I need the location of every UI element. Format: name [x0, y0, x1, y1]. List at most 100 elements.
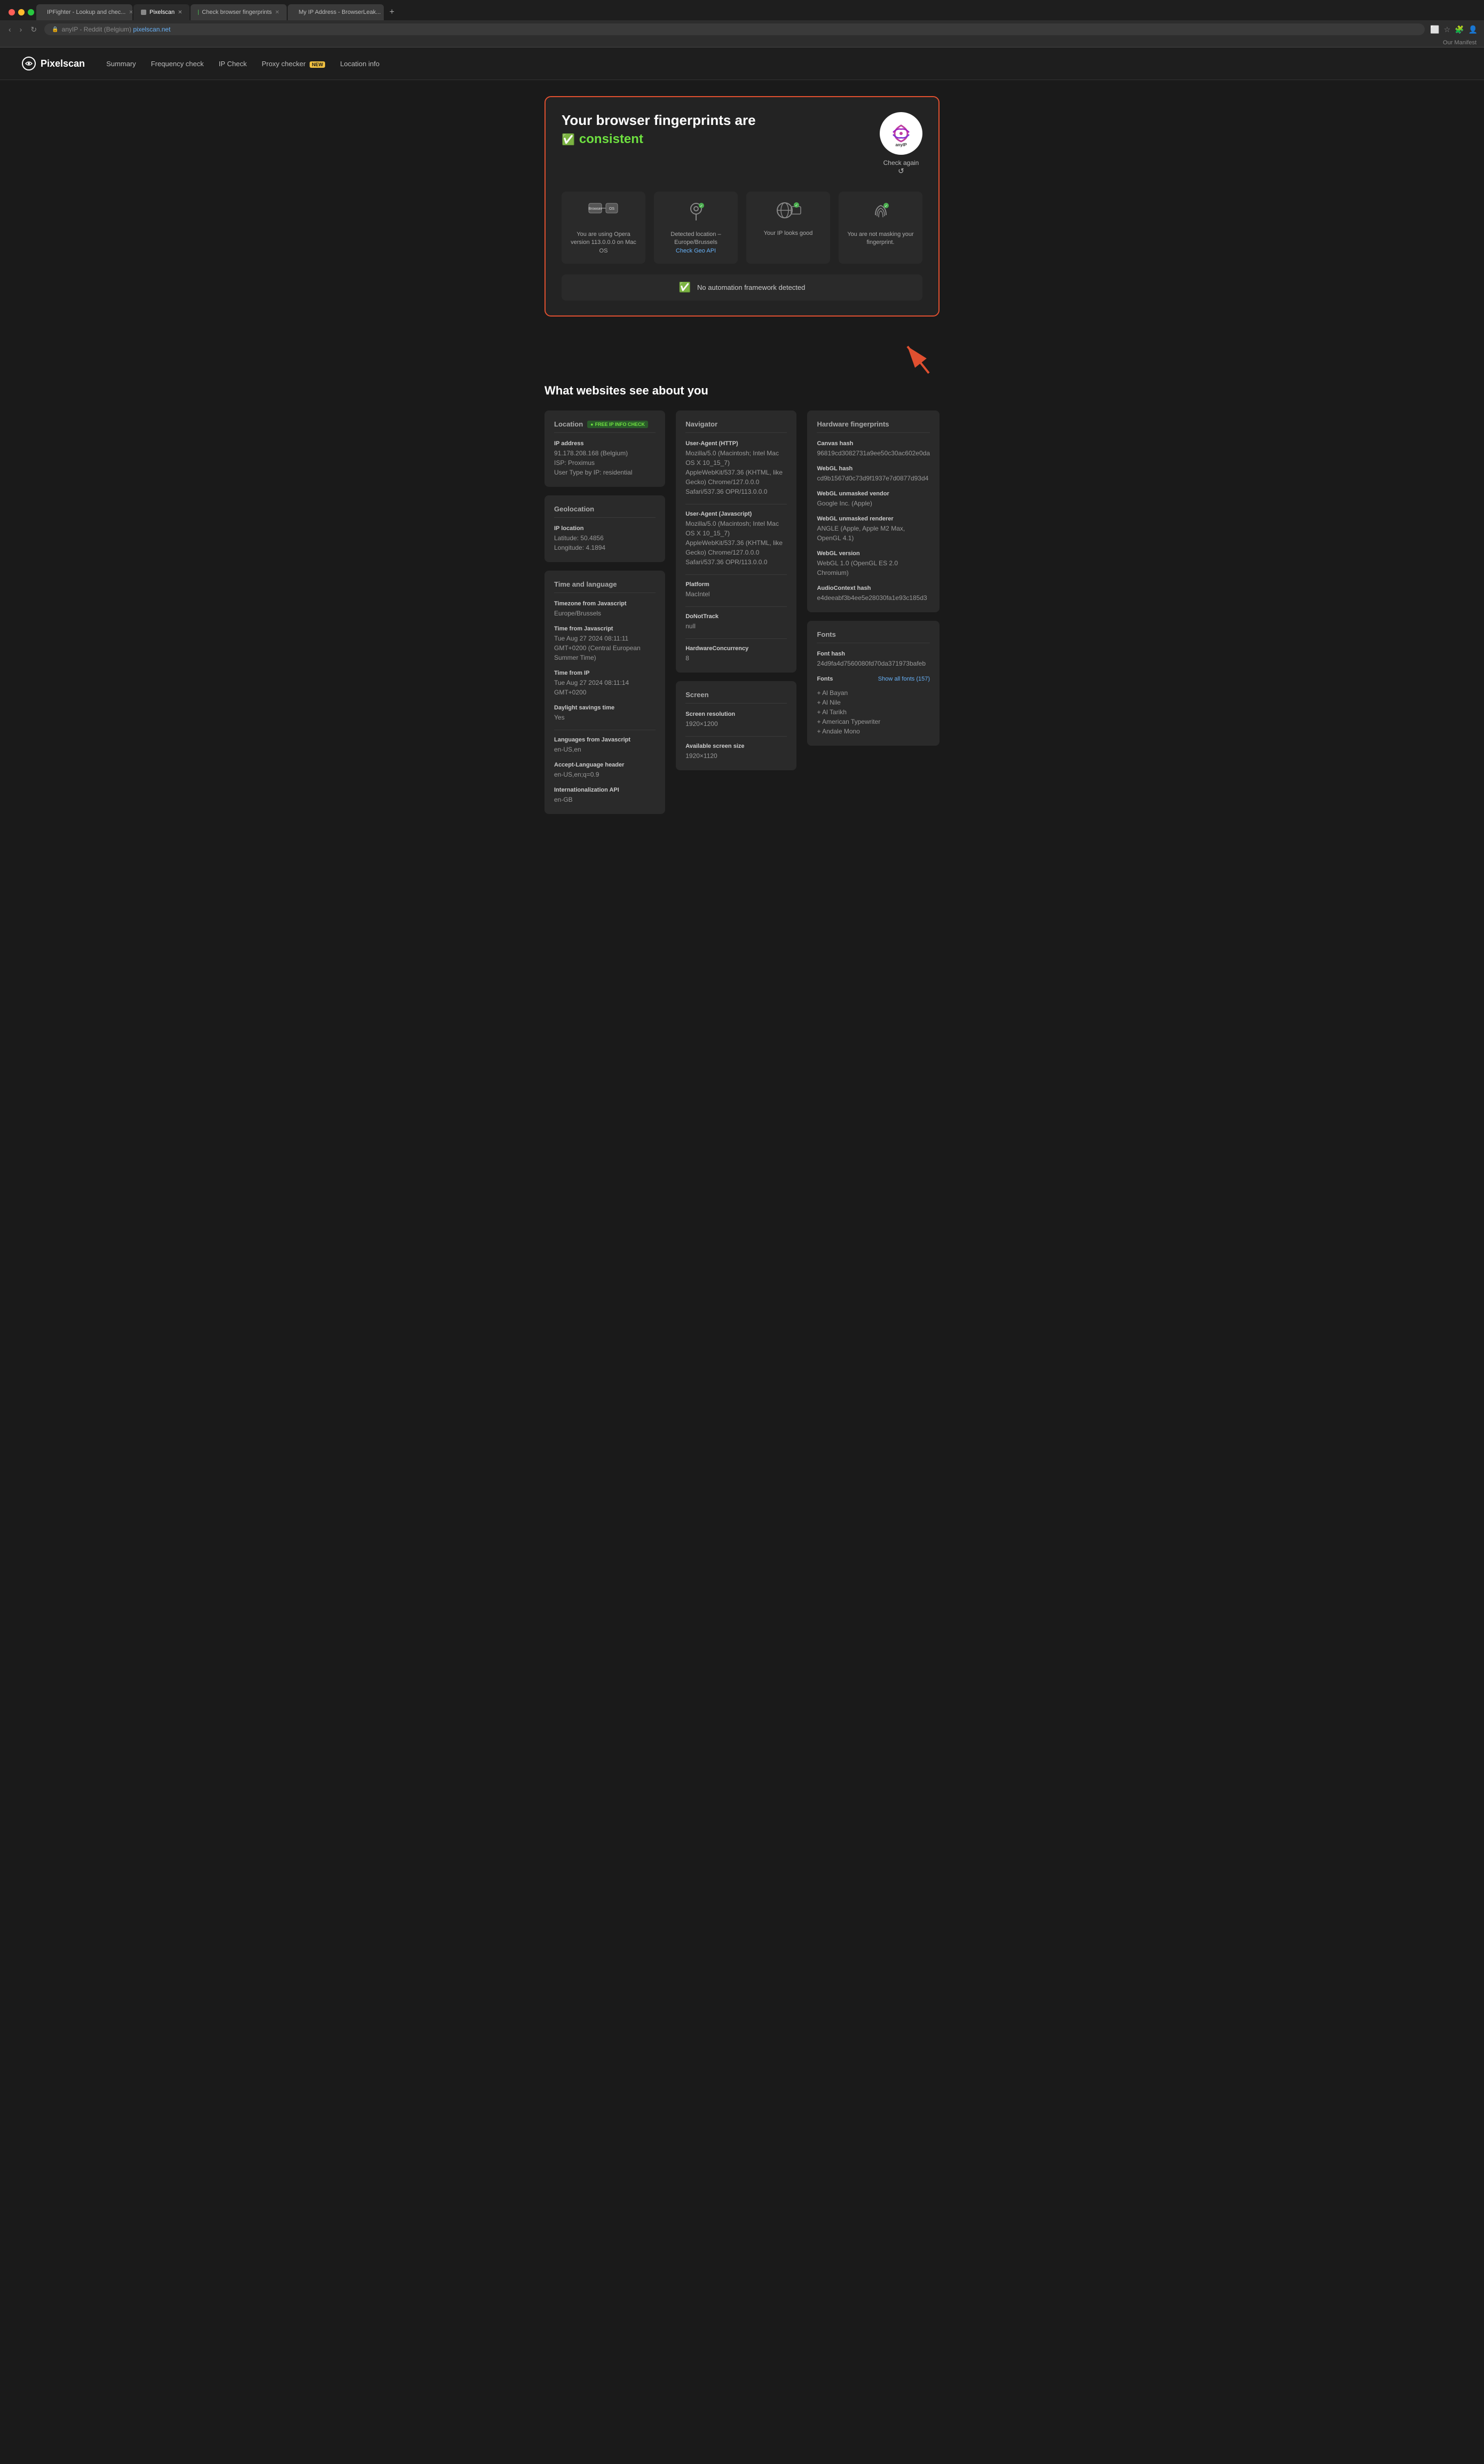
nav-location-info[interactable]: Location info	[340, 60, 380, 68]
browser-os-icon: Browser OS	[588, 200, 620, 225]
reload-button[interactable]: ↻	[28, 24, 39, 35]
webgl-hash-field: WebGL hash cd9b1567d0c73d9f1937e7d0877d9…	[817, 465, 930, 483]
col-middle: Navigator User-Agent (HTTP) Mozilla/5.0 …	[676, 410, 796, 823]
accept-lang-label: Accept-Language header	[554, 762, 656, 768]
geolocation-section: Geolocation IP location Latitude: 50.485…	[544, 495, 665, 562]
tab-favicon-2	[141, 10, 146, 15]
dst-field: Daylight savings time Yes	[554, 705, 656, 722]
webgl-hash-value: cd9b1567d0c73d9f1937e7d0877d93d4	[817, 473, 930, 483]
dnt-label: DoNotTrack	[685, 613, 787, 620]
lang-js-value: en-US,en	[554, 745, 656, 754]
canvas-hash-value: 96819cd3082731a9ee50c30ac602e0da	[817, 448, 930, 458]
tab-close-3[interactable]: ✕	[275, 10, 279, 15]
ua-js-field: User-Agent (Javascript) Mozilla/5.0 (Mac…	[685, 511, 787, 567]
info-card-text-2: Detected location – Europe/Brussels Chec…	[662, 231, 729, 255]
intl-api-value: en-GB	[554, 795, 656, 804]
info-card-ip: ✓ Your IP looks good	[746, 192, 830, 264]
nav-summary[interactable]: Summary	[106, 60, 136, 68]
webgl-version-value: WebGL 1.0 (OpenGL ES 2.0 Chromium)	[817, 558, 930, 578]
resolution-value: 1920×1200	[685, 719, 787, 729]
location-icon: ✓	[685, 200, 707, 225]
svg-text:✓: ✓	[885, 204, 888, 208]
webgl-vendor-value: Google Inc. (Apple)	[817, 499, 930, 508]
info-card-location: ✓ Detected location – Europe/Brussels Ch…	[654, 192, 738, 264]
check-geo-api-link[interactable]: Check Geo API	[676, 248, 716, 254]
font-hash-label: Font hash	[817, 651, 930, 657]
webgl-version-label: WebGL version	[817, 550, 930, 557]
nav-proxy-checker[interactable]: Proxy checker NEW	[262, 60, 325, 68]
ip-address-field: IP address 91.178.208.168 (Belgium) ISP:…	[554, 440, 656, 477]
url-bar[interactable]: 🔒 anyIP - Reddit (Belgium) pixelscan.net	[44, 23, 1425, 35]
tab-label-3: Check browser fingerprints	[202, 9, 272, 15]
cast-icon[interactable]: ⬜	[1430, 25, 1439, 34]
nav-divider-2	[685, 574, 787, 575]
tab-close-2[interactable]: ✕	[178, 10, 182, 15]
show-all-fonts-link[interactable]: Show all fonts (157)	[878, 676, 930, 682]
geolocation-title: Geolocation	[554, 505, 656, 518]
available-label: Available screen size	[685, 743, 787, 749]
arrow-decoration	[544, 336, 940, 378]
url-text: anyIP - Reddit (Belgium) pixelscan.net	[62, 26, 1418, 33]
check-again-button[interactable]: Check again ↺	[883, 159, 919, 176]
tz-js-value: Europe/Brussels	[554, 609, 656, 618]
app-header: Pixelscan Summary Frequency check IP Che…	[0, 48, 1484, 80]
ip-location-label: IP location	[554, 525, 656, 532]
fonts-section: Fonts Font hash 24d9fa4d7560080fd70da371…	[807, 621, 940, 746]
maximize-button[interactable]	[28, 9, 34, 15]
dnt-field: DoNotTrack null	[685, 613, 787, 631]
tab-ipfighter[interactable]: IPFighter - Lookup and chec... ✕	[36, 4, 132, 20]
audio-hash-label: AudioContext hash	[817, 585, 930, 591]
traffic-lights	[4, 7, 38, 18]
tab-label-1: IPFighter - Lookup and chec...	[47, 9, 125, 15]
automation-row: ✅ No automation framework detected	[562, 274, 922, 301]
nav-ip-check[interactable]: IP Check	[219, 60, 247, 68]
webgl-renderer-field: WebGL unmasked renderer ANGLE (Apple, Ap…	[817, 516, 930, 543]
ua-http-field: User-Agent (HTTP) Mozilla/5.0 (Macintosh…	[685, 440, 787, 496]
section-title: What websites see about you	[544, 384, 940, 398]
svg-text:✓: ✓	[700, 204, 703, 208]
fingerprint-icon: ✓	[870, 200, 891, 225]
close-button[interactable]	[9, 9, 15, 15]
resolution-field: Screen resolution 1920×1200	[685, 711, 787, 729]
tab-fingerprints[interactable]: Check browser fingerprints ✕	[191, 4, 287, 20]
tab-close-1[interactable]: ✕	[129, 10, 132, 15]
tab-pixelscan[interactable]: Pixelscan ✕	[133, 4, 190, 20]
time-ip-label: Time from IP	[554, 670, 656, 676]
font-hash-field: Font hash 24d9fa4d7560080fd70da371973baf…	[817, 651, 930, 668]
location-section: Location ● FREE IP INFO CHECK IP address…	[544, 410, 665, 487]
ip-value: 91.178.208.168 (Belgium) ISP: Proximus U…	[554, 448, 656, 477]
manifest-text: Our Manifest	[1443, 40, 1477, 46]
tab-label-2: Pixelscan	[149, 9, 175, 15]
navigator-section: Navigator User-Agent (HTTP) Mozilla/5.0 …	[676, 410, 796, 673]
time-ip-field: Time from IP Tue Aug 27 2024 08:11:14 GM…	[554, 670, 656, 697]
time-js-label: Time from Javascript	[554, 626, 656, 632]
font-hash-value: 24d9fa4d7560080fd70da371973bafeb	[817, 659, 930, 668]
manifest-bar: Our Manifest	[0, 38, 1484, 47]
star-icon[interactable]: ☆	[1444, 25, 1451, 34]
address-bar: ‹ › ↻ 🔒 anyIP - Reddit (Belgium) pixelsc…	[0, 20, 1484, 38]
location-title: Location ● FREE IP INFO CHECK	[554, 420, 656, 433]
audio-hash-field: AudioContext hash e4deeabf3b4ee5e28030fa…	[817, 585, 930, 603]
minimize-button[interactable]	[18, 9, 25, 15]
nav-frequency[interactable]: Frequency check	[151, 60, 204, 68]
tab-favicon-3	[198, 10, 199, 15]
tabs-wrapper: IPFighter - Lookup and chec... ✕ Pixelsc…	[4, 4, 1480, 20]
forward-button[interactable]: ›	[18, 24, 25, 35]
hero-title-block: Your browser fingerprints are ✅ consiste…	[562, 112, 756, 147]
svg-text:anyIP: anyIP	[895, 143, 907, 147]
lock-icon: 🔒	[52, 27, 58, 33]
ua-http-value: Mozilla/5.0 (Macintosh; Intel Mac OS X 1…	[685, 448, 787, 496]
canvas-hash-label: Canvas hash	[817, 440, 930, 447]
info-card-text-4: You are not masking your fingerprint.	[847, 231, 914, 247]
screen-section: Screen Screen resolution 1920×1200 Avail…	[676, 681, 796, 770]
audio-hash-value: e4deeabf3b4ee5e28030fa1e93c185d3	[817, 593, 930, 603]
available-field: Available screen size 1920×1120	[685, 743, 787, 761]
back-button[interactable]: ‹	[6, 24, 13, 35]
nav-divider-4	[685, 638, 787, 639]
resolution-label: Screen resolution	[685, 711, 787, 717]
extensions-icon[interactable]: 🧩	[1455, 25, 1464, 34]
new-tab-button[interactable]: +	[385, 4, 398, 20]
tab-myip[interactable]: My IP Address - BrowserLeak... ✕	[288, 4, 384, 20]
ip-icon: ✓	[775, 200, 802, 224]
profile-icon[interactable]: 👤	[1469, 25, 1478, 34]
